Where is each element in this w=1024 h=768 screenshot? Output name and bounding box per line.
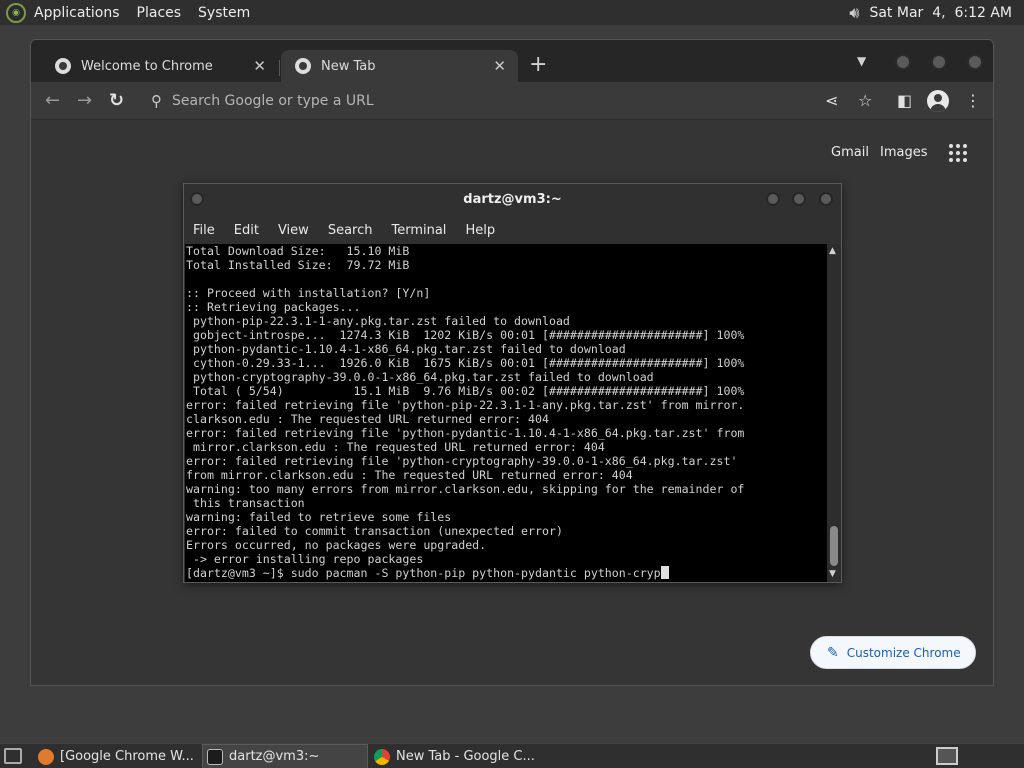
taskbar-item-chrome-welcome[interactable]: [Google Chrome W... (34, 744, 200, 768)
terminal-line: warning: too many errors from mirror.cla… (186, 482, 745, 496)
menu-system[interactable]: System (198, 5, 250, 21)
terminal-prompt: [dartz@vm3 ~]$ sudo pacman -S python-pip… (186, 566, 661, 580)
tab-title: New Tab (321, 58, 376, 74)
terminal-line: error: failed retrieving file 'python-py… (186, 426, 745, 440)
firefox-icon (38, 748, 54, 765)
menu-applications[interactable]: Applications (34, 5, 120, 21)
images-link[interactable]: Images (880, 145, 928, 160)
back-arrow-icon[interactable]: ← (45, 90, 60, 111)
tab-divider (279, 60, 280, 76)
terminal-line: :: Proceed with installation? [Y/n] (186, 286, 431, 300)
close-window-button[interactable] (819, 192, 833, 206)
customize-label: Customize Chrome (846, 645, 961, 660)
minimize-button[interactable] (895, 54, 911, 70)
top-panel: ◉ Applications Places System 🔊︎ Sat Mar … (0, 0, 1024, 25)
menu-edit[interactable]: Edit (234, 223, 259, 238)
terminal-line: Total ( 5/54) 15.1 MiB 9.76 MiB/s 00:02 … (186, 384, 745, 398)
terminal-line: from mirror.clarkson.edu : The requested… (186, 468, 633, 482)
volume-icon[interactable]: 🔊︎ (849, 3, 859, 23)
terminal-line: cython-0.29.33-1... 1926.0 KiB 1675 KiB/… (186, 356, 745, 370)
terminal-line: -> error installing repo packages (186, 552, 424, 566)
terminal-window[interactable]: dartz@vm3:~ File Edit View Search Termin… (183, 183, 842, 583)
search-icon: ⚲ (151, 92, 162, 110)
menu-view[interactable]: View (278, 223, 309, 238)
terminal-line: python-cryptography-39.0.0-1-x86_64.pkg.… (186, 370, 654, 384)
terminal-title: dartz@vm3:~ (463, 192, 562, 207)
terminal-icon (207, 748, 223, 765)
taskbar: [Google Chrome W... dartz@vm3:~ New Tab … (0, 743, 1024, 768)
terminal-line: python-pip-22.3.1-1-any.pkg.tar.zst fail… (186, 314, 570, 328)
toolbar: ← → ↻ ⚲ Search Google or type a URL ⋖ ☆ … (31, 82, 993, 120)
scrollbar-thumb[interactable] (830, 526, 838, 566)
forward-arrow-icon[interactable]: → (77, 90, 92, 111)
terminal-line: clarkson.edu : The requested URL returne… (186, 412, 549, 426)
tab-welcome[interactable]: Welcome to Chrome ✕ (41, 50, 278, 82)
maximize-button[interactable] (931, 54, 947, 70)
tab-new-tab[interactable]: New Tab ✕ (281, 50, 518, 82)
terminal-line: Errors occurred, no packages were upgrad… (186, 538, 487, 552)
gmail-link[interactable]: Gmail (831, 145, 869, 160)
terminal-line: python-pydantic-1.10.4-1-x86_64.pkg.tar.… (186, 342, 626, 356)
tab-strip: Welcome to Chrome ✕ New Tab ✕ + ▼ (31, 40, 993, 82)
bookmark-star-icon[interactable]: ☆ (858, 91, 872, 110)
terminal-line: error: failed retrieving file 'python-cr… (186, 454, 738, 468)
terminal-scrollbar[interactable]: ▲ ▼ (827, 244, 841, 582)
terminal-prompt-line[interactable]: [dartz@vm3 ~]$ sudo pacman -S python-pip… (185, 566, 827, 580)
text-cursor (660, 566, 669, 579)
tab-title: Welcome to Chrome (81, 58, 213, 74)
menu-places[interactable]: Places (137, 5, 182, 21)
terminal-line: error: failed to commit transaction (une… (186, 524, 563, 538)
share-icon[interactable]: ⋖ (825, 91, 838, 110)
scroll-down-arrow-icon[interactable]: ▼ (829, 569, 836, 579)
terminal-line: mirror.clarkson.edu : The requested URL … (186, 440, 605, 454)
terminal-line: :: Retrieving packages... (186, 300, 361, 314)
minimize-button[interactable] (766, 192, 780, 206)
menu-terminal[interactable]: Terminal (391, 223, 446, 238)
menu-file[interactable]: File (193, 223, 215, 238)
taskbar-item-label: New Tab - Google C... (396, 749, 535, 764)
chevron-down-icon[interactable]: ▼ (857, 54, 866, 68)
close-icon[interactable]: ✕ (493, 57, 506, 75)
terminal-line: error: failed retrieving file 'python-pi… (186, 398, 745, 412)
side-panel-icon[interactable]: ◧ (897, 91, 912, 110)
os-logo-icon[interactable]: ◉ (6, 2, 26, 23)
profile-avatar[interactable] (927, 90, 949, 112)
new-tab-button[interactable]: + (529, 52, 547, 77)
close-icon[interactable]: ✕ (253, 57, 266, 75)
terminal-line: Total Installed Size: 79.72 MiB (186, 258, 410, 272)
omnibox-placeholder: Search Google or type a URL (172, 93, 374, 109)
chrome-icon (374, 748, 390, 765)
kebab-menu-icon[interactable]: ⋮ (965, 91, 981, 110)
reload-icon[interactable]: ↻ (109, 90, 124, 111)
terminal-line: warning: failed to retrieve some files (186, 510, 452, 524)
menu-help[interactable]: Help (465, 223, 495, 238)
omnibox[interactable]: ⚲ Search Google or type a URL (141, 86, 849, 116)
menu-search[interactable]: Search (328, 223, 373, 238)
taskbar-item-chrome-newtab[interactable]: New Tab - Google C... (370, 744, 550, 768)
terminal-output[interactable]: Total Download Size: 15.10 MiB Total Ins… (185, 244, 827, 582)
terminal-line: this transaction (186, 496, 305, 510)
maximize-button[interactable] (792, 192, 806, 206)
clock[interactable]: Sat Mar 4, 6:12 AM (869, 5, 1012, 21)
google-apps-icon[interactable] (949, 144, 967, 162)
chrome-favicon-icon (295, 58, 311, 74)
show-desktop-icon[interactable] (4, 748, 22, 764)
chrome-favicon-icon (55, 58, 71, 74)
close-window-button[interactable] (967, 54, 983, 70)
customize-chrome-button[interactable]: ✎ Customize Chrome (810, 636, 976, 669)
taskbar-item-label: dartz@vm3:~ (229, 749, 320, 764)
terminal-line: gobject-introspe... 1274.3 KiB 1202 KiB/… (186, 328, 745, 342)
pencil-icon: ✎ (827, 644, 839, 661)
scroll-up-arrow-icon[interactable]: ▲ (829, 246, 836, 256)
taskbar-item-label: [Google Chrome W... (60, 749, 194, 764)
workspace-switcher[interactable] (936, 747, 958, 765)
taskbar-item-terminal[interactable]: dartz@vm3:~ (202, 744, 368, 768)
terminal-menubar: File Edit View Search Terminal Help (184, 218, 841, 242)
terminal-line: Total Download Size: 15.10 MiB (186, 244, 410, 258)
